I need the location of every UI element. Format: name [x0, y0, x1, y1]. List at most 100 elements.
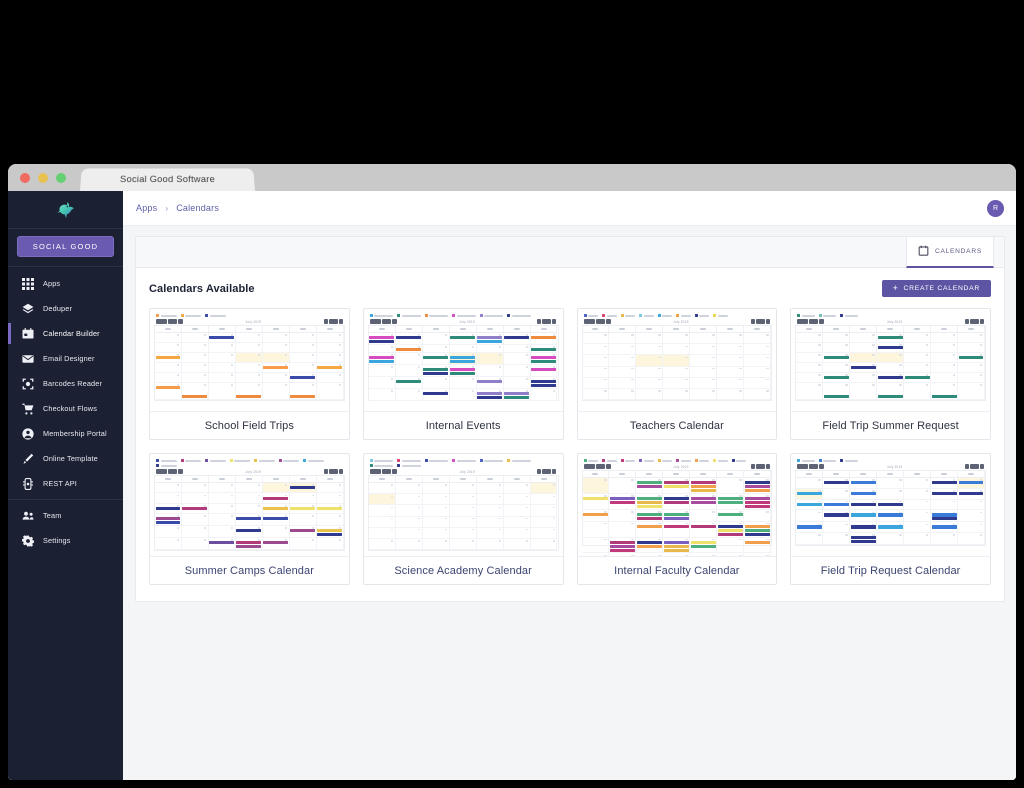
- day-cell[interactable]: [663, 478, 691, 494]
- day-cell[interactable]: [155, 538, 182, 550]
- sidebar-item-settings[interactable]: Settings: [8, 528, 123, 553]
- calendar-event[interactable]: [850, 540, 876, 544]
- day-cell[interactable]: [289, 503, 317, 515]
- day-cell[interactable]: [663, 344, 691, 356]
- day-cell[interactable]: [316, 352, 344, 363]
- day-cell[interactable]: [796, 333, 824, 343]
- calendar-event[interactable]: [263, 517, 289, 521]
- day-cell[interactable]: [316, 372, 344, 383]
- calendar-event[interactable]: [450, 368, 476, 372]
- calendar-event[interactable]: [396, 348, 422, 352]
- day-cell[interactable]: [289, 342, 317, 353]
- day-cell[interactable]: [208, 342, 236, 353]
- day-cell[interactable]: [155, 503, 182, 515]
- calendar-event[interactable]: [450, 360, 476, 364]
- day-cell[interactable]: [690, 377, 718, 389]
- day-cell[interactable]: [931, 510, 959, 523]
- calendar-event[interactable]: [850, 481, 876, 485]
- calendar-card[interactable]: July 2019 Teachers Calendar: [576, 308, 778, 440]
- day-cell[interactable]: [208, 538, 236, 550]
- day-cell[interactable]: [823, 533, 851, 545]
- day-cell[interactable]: [395, 376, 423, 389]
- day-cell[interactable]: [663, 493, 691, 510]
- day-cell[interactable]: [476, 505, 504, 517]
- day-cell[interactable]: [395, 388, 423, 401]
- day-cell[interactable]: [476, 483, 504, 495]
- calendar-event[interactable]: [744, 532, 770, 536]
- calendar-event[interactable]: [690, 485, 716, 489]
- day-cell[interactable]: [582, 377, 610, 389]
- day-cell[interactable]: [262, 333, 290, 343]
- calendar-event[interactable]: [717, 528, 743, 532]
- day-cell[interactable]: [744, 553, 772, 556]
- day-cell[interactable]: [958, 333, 985, 343]
- day-cell[interactable]: [181, 503, 209, 515]
- day-cell[interactable]: [663, 509, 691, 522]
- calendar-event[interactable]: [717, 512, 743, 516]
- calendar-event[interactable]: [636, 540, 662, 544]
- day-cell[interactable]: [796, 522, 824, 534]
- calendar-card[interactable]: July 2019 School Field Trips: [149, 308, 350, 440]
- calendar-event[interactable]: [209, 336, 235, 340]
- day-cell[interactable]: [850, 488, 878, 500]
- calendar-event[interactable]: [477, 380, 503, 384]
- sidebar-item-checkout-flows[interactable]: Checkout Flows: [8, 396, 123, 421]
- day-cell[interactable]: [904, 372, 932, 383]
- day-cell[interactable]: [235, 538, 263, 550]
- day-cell[interactable]: [931, 499, 959, 511]
- calendar-event[interactable]: [263, 366, 289, 370]
- day-cell[interactable]: [636, 366, 664, 378]
- day-cell[interactable]: [877, 510, 905, 523]
- day-cell[interactable]: [636, 388, 664, 400]
- day-cell[interactable]: [609, 537, 637, 554]
- day-cell[interactable]: [582, 521, 610, 538]
- day-cell[interactable]: [289, 382, 317, 400]
- day-cell[interactable]: [155, 483, 182, 494]
- day-cell[interactable]: [823, 478, 851, 489]
- calendar-card[interactable]: July 2019 Field Trip Request Calendar: [790, 453, 991, 585]
- day-cell[interactable]: [663, 377, 691, 389]
- day-cell[interactable]: [582, 344, 610, 356]
- day-cell[interactable]: [904, 352, 932, 363]
- sidebar-item-rest-api[interactable]: REST API: [8, 471, 123, 496]
- calendar-event[interactable]: [877, 346, 903, 350]
- day-cell[interactable]: [395, 516, 423, 528]
- day-cell[interactable]: [449, 527, 477, 539]
- day-cell[interactable]: [181, 538, 209, 550]
- calendar-event[interactable]: [958, 491, 984, 496]
- day-cell[interactable]: [636, 521, 664, 538]
- calendar-event[interactable]: [663, 497, 689, 501]
- calendar-event[interactable]: [636, 504, 662, 508]
- day-cell[interactable]: [636, 553, 664, 556]
- create-calendar-button[interactable]: + CREATE CALENDAR: [881, 280, 991, 297]
- day-cell[interactable]: [395, 344, 423, 354]
- calendar-event[interactable]: [850, 536, 876, 540]
- day-cell[interactable]: [663, 355, 691, 367]
- calendar-event[interactable]: [609, 548, 635, 552]
- calendar-event[interactable]: [958, 481, 984, 485]
- day-cell[interactable]: [877, 362, 905, 373]
- calendar-card[interactable]: July 2019 Science Academy Calendar: [362, 453, 564, 585]
- day-cell[interactable]: [476, 538, 504, 550]
- breadcrumb-item-apps[interactable]: Apps: [136, 203, 157, 213]
- calendar-event[interactable]: [877, 336, 903, 340]
- calendar-event[interactable]: [155, 521, 181, 525]
- day-cell[interactable]: [823, 488, 851, 500]
- calendar-thumbnail[interactable]: July 2019: [150, 454, 349, 557]
- day-cell[interactable]: [717, 521, 745, 538]
- calendar-event[interactable]: [663, 516, 689, 520]
- calendar-event[interactable]: [423, 372, 449, 376]
- calendar-event[interactable]: [236, 529, 262, 533]
- calendar-event[interactable]: [931, 513, 957, 517]
- day-cell[interactable]: [316, 503, 344, 515]
- day-cell[interactable]: [904, 499, 932, 511]
- day-cell[interactable]: [181, 493, 209, 504]
- calendar-event[interactable]: [663, 544, 689, 548]
- day-cell[interactable]: [181, 382, 209, 400]
- calendar-event[interactable]: [504, 336, 530, 340]
- calendar-event[interactable]: [531, 380, 556, 384]
- day-cell[interactable]: [368, 516, 396, 528]
- calendar-event[interactable]: [609, 497, 635, 501]
- day-cell[interactable]: [208, 372, 236, 383]
- day-cell[interactable]: [476, 494, 504, 506]
